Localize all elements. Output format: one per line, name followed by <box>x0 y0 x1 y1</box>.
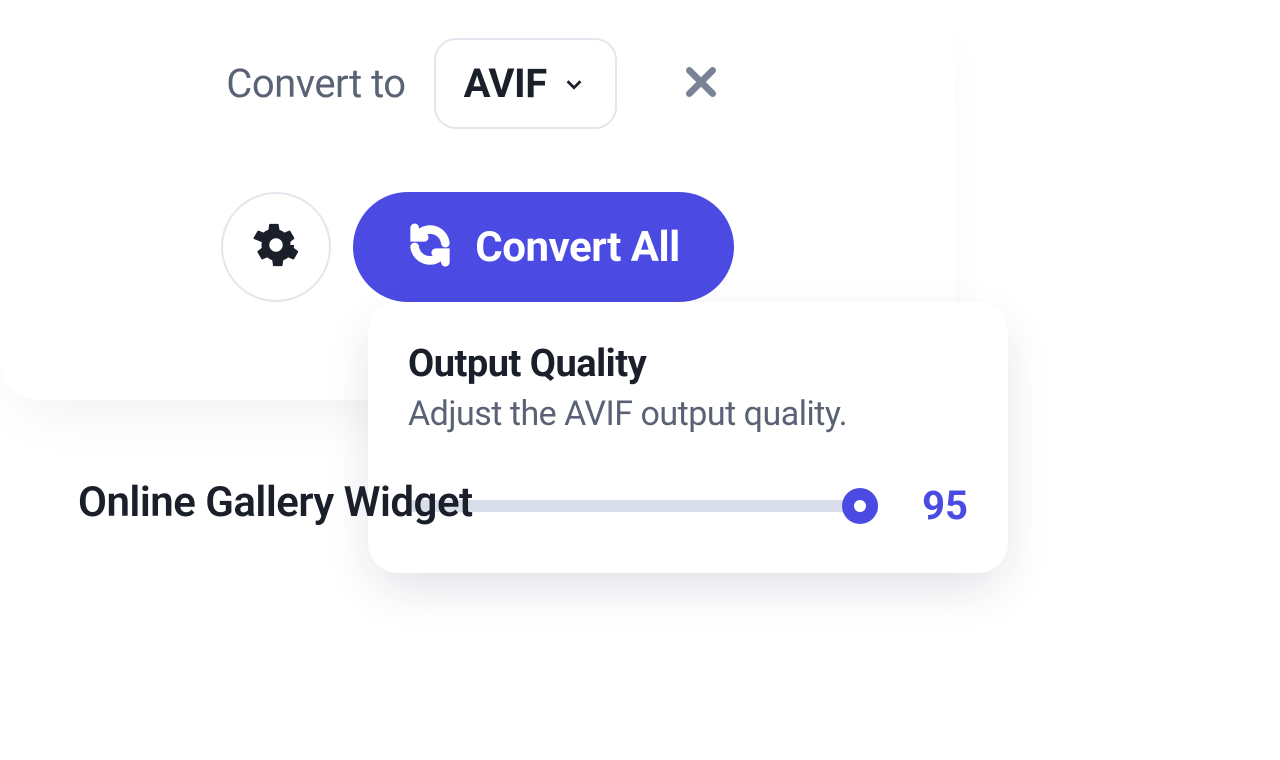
convert-to-label: Convert to <box>226 60 405 107</box>
popover-title: Output Quality <box>408 342 968 386</box>
settings-button[interactable] <box>221 192 331 302</box>
popover-description: Adjust the AVIF output quality. <box>408 394 968 434</box>
quality-slider[interactable] <box>408 500 884 512</box>
format-select-value: AVIF <box>464 60 547 107</box>
format-row: Convert to AVIF <box>0 38 955 129</box>
slider-thumb[interactable] <box>842 488 878 524</box>
slider-track-gap <box>878 499 890 513</box>
output-quality-popover: Output Quality Adjust the AVIF output qu… <box>368 302 1008 573</box>
gear-icon <box>253 222 299 272</box>
page-title: Online Gallery Widget <box>78 478 473 527</box>
quality-value: 95 <box>908 482 968 529</box>
convert-all-button[interactable]: Convert All <box>353 192 733 302</box>
action-row: Convert All <box>0 192 955 302</box>
slider-track <box>408 500 884 512</box>
close-icon <box>681 62 721 106</box>
close-button[interactable] <box>673 56 729 112</box>
refresh-icon <box>407 222 453 272</box>
quality-slider-row: 95 <box>408 482 968 529</box>
convert-all-label: Convert All <box>475 223 679 272</box>
format-select[interactable]: AVIF <box>434 38 617 129</box>
chevron-down-icon <box>561 71 587 97</box>
